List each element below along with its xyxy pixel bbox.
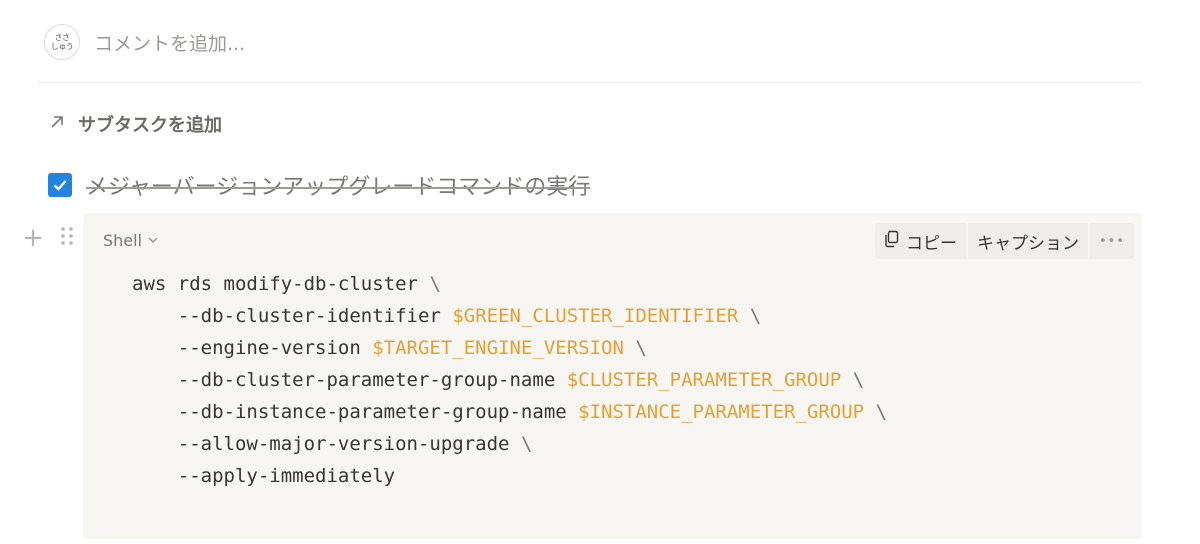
caption-button[interactable]: キャプション (967, 223, 1088, 259)
code-text: --db-cluster-parameter-group-name (177, 369, 567, 391)
code-line: aws rds modify-db-cluster \ (132, 268, 887, 300)
copy-label: コピー (905, 233, 957, 254)
chevron-down-icon (147, 231, 159, 250)
more-button[interactable]: ••• (1089, 223, 1134, 259)
add-subtask-button[interactable]: サブタスクを追加 (48, 110, 222, 138)
code-text: --engine-version (177, 337, 373, 359)
copy-button[interactable]: コピー (874, 223, 966, 259)
drag-handle-icon[interactable] (60, 225, 74, 251)
plus-icon[interactable]: + (20, 225, 46, 251)
code-line: --apply-immediately (132, 460, 887, 492)
comment-input[interactable]: コメントを追加... (94, 29, 245, 56)
comment-row: ささ しゅう コメントを追加... (44, 24, 245, 60)
todo-item: メジャーバージョンアップグレードコマンドの実行 (48, 168, 590, 202)
code-line: --db-instance-parameter-group-name $INST… (132, 396, 887, 428)
avatar-text-line1: ささ (54, 33, 70, 42)
todo-checkbox[interactable] (48, 173, 72, 197)
copy-icon (884, 230, 900, 253)
code-text: --db-cluster-identifier (177, 305, 453, 327)
code-line: --engine-version $TARGET_ENGINE_VERSION … (132, 332, 887, 364)
code-block: Shell コピー キャプション ••• aws rds modify-db-c… (83, 213, 1142, 539)
code-line: --db-cluster-parameter-group-name $CLUST… (132, 364, 887, 396)
block-handles: + (20, 225, 74, 251)
code-variable: $INSTANCE_PARAMETER_GROUP (578, 401, 865, 423)
divider (38, 82, 1142, 83)
code-variable: $TARGET_ENGINE_VERSION (372, 337, 624, 359)
avatar: ささ しゅう (44, 24, 80, 60)
language-label: Shell (103, 231, 143, 250)
todo-text[interactable]: メジャーバージョンアップグレードコマンドの実行 (86, 169, 590, 201)
code-line: --allow-major-version-upgrade \ (132, 428, 887, 460)
line-continuation: \ (852, 369, 865, 391)
arrow-up-right-icon (48, 112, 70, 136)
code-text: aws rds modify-db-cluster (132, 273, 418, 295)
add-subtask-label: サブタスクを追加 (78, 115, 222, 136)
code-text: --allow-major-version-upgrade (177, 433, 510, 455)
line-continuation: \ (875, 401, 888, 423)
language-select[interactable]: Shell (103, 231, 159, 250)
line-continuation: \ (520, 433, 533, 455)
line-continuation: \ (749, 305, 762, 327)
code-text: --apply-immediately (177, 465, 396, 487)
line-continuation: \ (429, 273, 441, 295)
more-icon: ••• (1098, 233, 1125, 249)
code-text: --db-instance-parameter-group-name (177, 401, 579, 423)
checkmark-icon (53, 180, 67, 191)
code-variable: $GREEN_CLUSTER_IDENTIFIER (452, 305, 739, 327)
avatar-text-line2: しゅう (50, 42, 74, 51)
code-variable: $CLUSTER_PARAMETER_GROUP (566, 369, 842, 391)
line-continuation: \ (635, 337, 647, 359)
code-actions: コピー キャプション ••• (874, 223, 1134, 259)
code-line: --db-cluster-identifier $GREEN_CLUSTER_I… (132, 300, 887, 332)
code-content[interactable]: aws rds modify-db-cluster \ --db-cluster… (132, 268, 887, 492)
